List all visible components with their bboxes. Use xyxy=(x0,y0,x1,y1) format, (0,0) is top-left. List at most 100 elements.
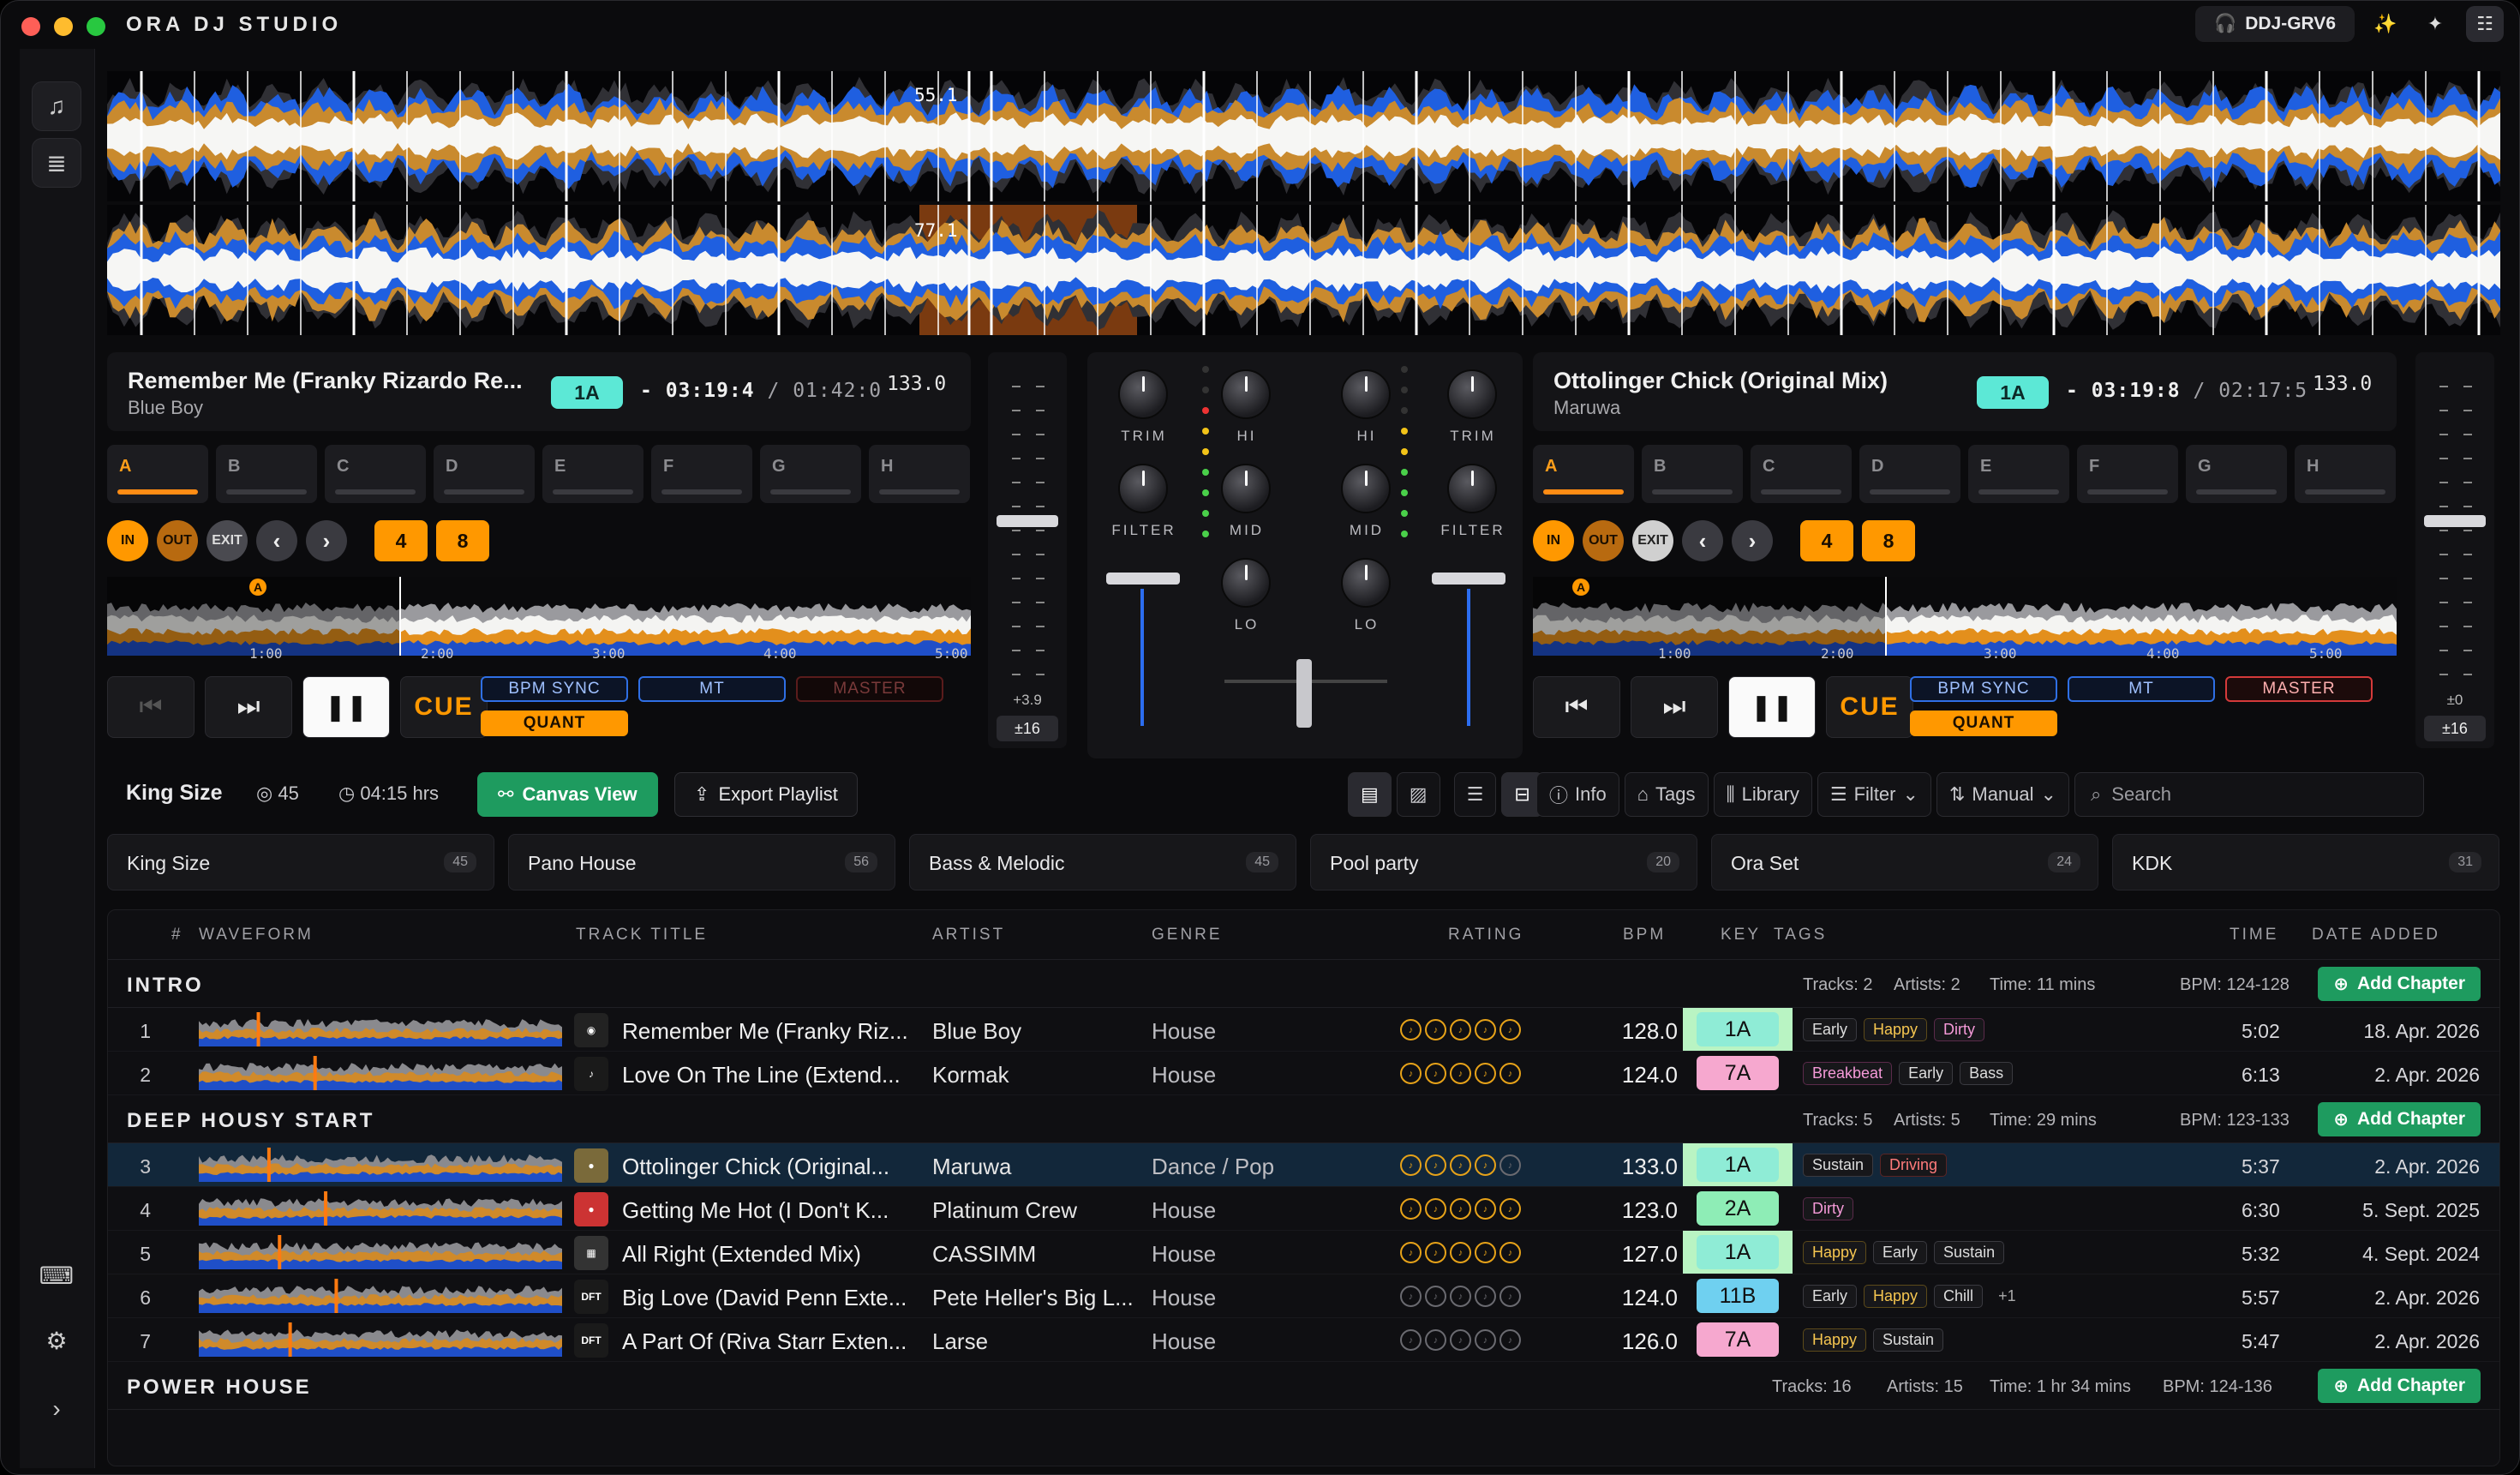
filter-button[interactable]: ☰ Filter ⌄ xyxy=(1817,772,1931,817)
master-button[interactable]: MASTER xyxy=(796,676,943,702)
rating-star-icon[interactable]: ♪ xyxy=(1450,1242,1471,1263)
deck-b-pitch-range-button[interactable]: ±16 xyxy=(2424,716,2486,741)
rating-star-icon[interactable]: ♪ xyxy=(1425,1286,1446,1307)
minimize-window-button[interactable] xyxy=(54,17,73,36)
sparkle-icon[interactable]: ✦ xyxy=(2416,6,2454,42)
list-view-icon[interactable]: ▤ xyxy=(1348,772,1392,817)
hotcue-pad-b[interactable]: B xyxy=(1642,445,1743,503)
loop-double-button[interactable]: › xyxy=(306,520,347,561)
col-title[interactable]: TRACK TITLE xyxy=(576,926,708,944)
skip-forward-icon[interactable]: ⏭ xyxy=(1631,676,1718,738)
device-button[interactable]: 🎧 DDJ-GRV6 xyxy=(2195,6,2355,42)
deck-b-scrolling-waveform[interactable]: 77.1 xyxy=(107,205,2500,335)
rating-star-icon[interactable]: ♪ xyxy=(1400,1286,1422,1307)
col-artist[interactable]: ARTIST xyxy=(932,926,1005,944)
library-button[interactable]: ⫼ Library xyxy=(1713,772,1812,817)
rating-star-icon[interactable]: ♪ xyxy=(1450,1063,1471,1084)
col-date-added[interactable]: DATE ADDED xyxy=(2312,926,2440,944)
playlist-icon[interactable]: ≣ xyxy=(32,138,81,188)
hotcue-pad-e[interactable]: E xyxy=(542,445,643,503)
hotcue-pad-h[interactable]: H xyxy=(2295,445,2396,503)
loop-exit-button[interactable]: EXIT xyxy=(207,520,248,561)
rating-star-icon[interactable]: ♪ xyxy=(1475,1286,1496,1307)
loop-4-button[interactable]: 4 xyxy=(1800,520,1853,561)
loop-in-button[interactable]: IN xyxy=(107,520,148,561)
table-row[interactable]: 5 ▦ All Right (Extended Mix) CASSIMM House ♪ ♪… xyxy=(108,1231,2499,1274)
deck-a-scrolling-waveform[interactable]: 55.1 xyxy=(107,71,2500,201)
rating-star-icon[interactable]: ♪ xyxy=(1400,1198,1422,1220)
rating-star-icon[interactable]: ♪ xyxy=(1425,1198,1446,1220)
add-chapter-button[interactable]: ⊕ Add Chapter xyxy=(2318,1369,2481,1403)
hotcue-pad-a[interactable]: A xyxy=(107,445,208,503)
bpm-sync-button[interactable]: BPM SYNC xyxy=(1910,676,2057,702)
tag-chip[interactable]: Sustain xyxy=(1803,1154,1874,1177)
loop-double-button[interactable]: › xyxy=(1732,520,1773,561)
col-key[interactable]: KEY xyxy=(1721,926,1761,944)
tag-chip[interactable]: Happy xyxy=(1803,1328,1867,1352)
tags-button[interactable]: ⌂ Tags xyxy=(1624,772,1709,817)
tag-chip[interactable]: Driving xyxy=(1880,1154,1948,1177)
rating-star-icon[interactable]: ♪ xyxy=(1475,1198,1496,1220)
rating-star-icon[interactable]: ♪ xyxy=(1499,1242,1521,1263)
close-window-button[interactable] xyxy=(21,17,40,36)
playlist-card[interactable]: KDK 31 xyxy=(2112,834,2499,890)
rating-star-icon[interactable]: ♪ xyxy=(1499,1063,1521,1084)
tag-chip[interactable]: Dirty xyxy=(1803,1197,1853,1220)
rating-star-icon[interactable]: ♪ xyxy=(1450,1198,1471,1220)
col-tags[interactable]: TAGS xyxy=(1774,926,1827,944)
col-genre[interactable]: GENRE xyxy=(1152,926,1223,944)
export-playlist-button[interactable]: ⇪ Export Playlist xyxy=(674,772,858,817)
col-waveform[interactable]: WAVEFORM xyxy=(199,926,314,944)
cue-button[interactable]: CUE xyxy=(1826,676,1913,738)
loop-out-button[interactable]: OUT xyxy=(1583,520,1624,561)
table-row[interactable]: 3 ● Ottolinger Chick (Original... Maruwa Dan… xyxy=(108,1143,2499,1187)
pitch-handle[interactable] xyxy=(2424,515,2486,527)
crossfader[interactable] xyxy=(1224,659,1387,728)
tag-chip[interactable]: Early xyxy=(1873,1241,1928,1264)
tag-chip[interactable]: Happy xyxy=(1864,1285,1928,1308)
rating-star-icon[interactable]: ♪ xyxy=(1425,1154,1446,1176)
rating-star-icon[interactable]: ♪ xyxy=(1400,1242,1422,1263)
rating-star-icon[interactable]: ♪ xyxy=(1450,1154,1471,1176)
rating-star-icon[interactable]: ♪ xyxy=(1425,1063,1446,1084)
hotcue-pad-g[interactable]: G xyxy=(760,445,861,503)
tag-chip[interactable]: Breakbeat xyxy=(1803,1062,1893,1085)
rating-star-icon[interactable]: ♪ xyxy=(1450,1286,1471,1307)
rating-star-icon[interactable]: ♪ xyxy=(1450,1329,1471,1351)
col-number[interactable]: # xyxy=(171,926,183,944)
table-row[interactable]: 7 DFT A Part Of (Riva Starr Exten... Larse H… xyxy=(108,1318,2499,1362)
hotcue-pad-e[interactable]: E xyxy=(1968,445,2069,503)
loop-out-button[interactable]: OUT xyxy=(157,520,198,561)
rating-star-icon[interactable]: ♪ xyxy=(1499,1286,1521,1307)
channel-fader-b[interactable] xyxy=(1432,573,1505,726)
tag-chip[interactable]: Happy xyxy=(1864,1018,1928,1041)
rating-star-icon[interactable]: ♪ xyxy=(1499,1329,1521,1351)
effects-icon[interactable]: ✨ xyxy=(2367,6,2404,42)
hotcue-pad-d[interactable]: D xyxy=(1859,445,1960,503)
tag-chip[interactable]: Early xyxy=(1899,1062,1954,1085)
rating-star-icon[interactable]: ♪ xyxy=(1475,1242,1496,1263)
skip-back-icon[interactable]: ⏮ xyxy=(1533,676,1620,738)
deck-a-pitch-range-button[interactable]: ±16 xyxy=(997,716,1058,741)
quant-button[interactable]: QUANT xyxy=(481,711,628,736)
tag-chip[interactable]: Bass xyxy=(1960,1062,2014,1085)
hotcue-pad-g[interactable]: G xyxy=(2186,445,2287,503)
bpm-sync-button[interactable]: BPM SYNC xyxy=(481,676,628,702)
chevron-right-icon[interactable]: › xyxy=(32,1384,81,1434)
sort-button[interactable]: ⇅ Manual ⌄ xyxy=(1936,772,2069,817)
rating-star-icon[interactable]: ♪ xyxy=(1400,1329,1422,1351)
tag-chip[interactable]: Happy xyxy=(1803,1241,1867,1264)
col-bpm[interactable]: BPM xyxy=(1623,926,1666,944)
loop-halve-button[interactable]: ‹ xyxy=(256,520,297,561)
rating-star-icon[interactable]: ♪ xyxy=(1400,1063,1422,1084)
info-button[interactable]: ⓘ Info xyxy=(1536,772,1619,817)
hotcue-pad-f[interactable]: F xyxy=(2077,445,2178,503)
table-row[interactable]: 1 ◉ Remember Me (Franky Riz... Blue Boy Hous… xyxy=(108,1008,2499,1052)
rating-star-icon[interactable]: ♪ xyxy=(1425,1329,1446,1351)
pause-icon[interactable]: ❚❚ xyxy=(1728,676,1816,738)
channel-fader-a[interactable] xyxy=(1106,573,1180,726)
mixer-settings-icon[interactable]: ☷ xyxy=(2466,6,2504,42)
skip-forward-icon[interactable]: ⏭ xyxy=(205,676,292,738)
rating-star-icon[interactable]: ♪ xyxy=(1450,1019,1471,1040)
tag-chip[interactable]: Sustain xyxy=(1873,1328,1944,1352)
